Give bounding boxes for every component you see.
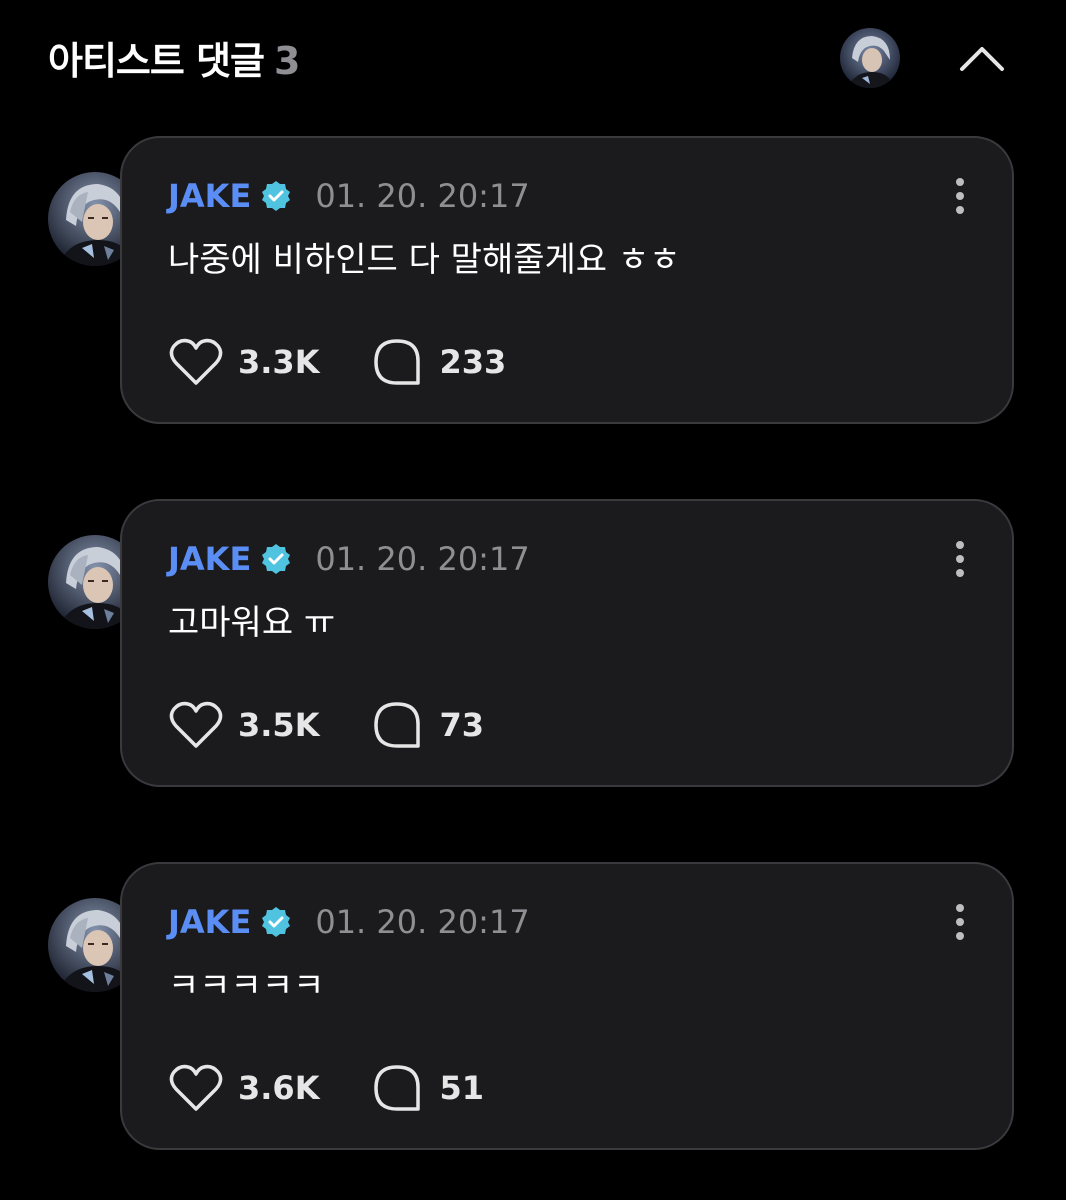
reply-count: 51: [439, 1069, 485, 1107]
comment-meta: JAKE 01. 20. 20:17: [168, 174, 530, 218]
more-options-button[interactable]: [940, 537, 980, 581]
comment-meta: JAKE 01. 20. 20:17: [168, 537, 530, 581]
reply-button[interactable]: 73: [369, 697, 484, 753]
artist-comment: JAKE 01. 20. 20:17 고마워요 ㅠ 3.5K 73: [0, 499, 1066, 791]
heart-icon: [168, 1060, 224, 1116]
reply-count: 233: [439, 343, 507, 381]
author-name[interactable]: JAKE: [168, 903, 251, 941]
artist-comment: JAKE 01. 20. 20:17 나중에 비하인드 다 말해줄게요 ㅎㅎ 3…: [0, 136, 1066, 428]
artist-avatar-image: [840, 28, 900, 88]
verified-badge-icon: [259, 905, 293, 939]
section-title: 아티스트 댓글 3: [48, 30, 300, 85]
heart-icon: [168, 697, 224, 753]
more-vertical-icon: [956, 541, 964, 577]
comment-text: ㅋㅋㅋㅋㅋ: [168, 966, 325, 1006]
comment-count: 3: [274, 39, 300, 83]
speech-bubble-icon: [369, 334, 425, 390]
artist-avatar[interactable]: [840, 28, 900, 88]
comment-timestamp: 01. 20. 20:17: [315, 177, 530, 215]
comment-text: 나중에 비하인드 다 말해줄게요 ㅎㅎ: [168, 240, 681, 280]
comment-actions: 3.3K 233: [168, 334, 506, 390]
comment-card: JAKE 01. 20. 20:17 나중에 비하인드 다 말해줄게요 ㅎㅎ 3…: [120, 136, 1014, 424]
comment-actions: 3.5K 73: [168, 697, 484, 753]
author-name[interactable]: JAKE: [168, 540, 251, 578]
artist-comment: JAKE 01. 20. 20:17 ㅋㅋㅋㅋㅋ 3.6K 51: [0, 862, 1066, 1154]
section-title-label: 아티스트 댓글: [48, 39, 265, 83]
more-vertical-icon: [956, 178, 964, 214]
comment-actions: 3.6K 51: [168, 1060, 484, 1116]
like-count: 3.6K: [238, 1069, 320, 1107]
collapse-button[interactable]: [952, 30, 1012, 86]
like-button[interactable]: 3.5K: [168, 697, 319, 753]
artist-comments-header: 아티스트 댓글 3: [0, 0, 1066, 120]
speech-bubble-icon: [369, 1060, 425, 1116]
more-options-button[interactable]: [940, 900, 980, 944]
comment-card: JAKE 01. 20. 20:17 ㅋㅋㅋㅋㅋ 3.6K 51: [120, 862, 1014, 1150]
verified-badge-icon: [259, 179, 293, 213]
like-count: 3.5K: [238, 706, 320, 744]
comment-meta: JAKE 01. 20. 20:17: [168, 900, 530, 944]
comment-text: 고마워요 ㅠ: [168, 603, 336, 643]
like-button[interactable]: 3.6K: [168, 1060, 319, 1116]
chevron-up-icon: [960, 47, 1004, 71]
author-name[interactable]: JAKE: [168, 177, 251, 215]
like-count: 3.3K: [238, 343, 320, 381]
reply-count: 73: [439, 706, 485, 744]
comment-card: JAKE 01. 20. 20:17 고마워요 ㅠ 3.5K 73: [120, 499, 1014, 787]
reply-button[interactable]: 51: [369, 1060, 484, 1116]
comment-timestamp: 01. 20. 20:17: [315, 903, 530, 941]
more-vertical-icon: [956, 904, 964, 940]
like-button[interactable]: 3.3K: [168, 334, 319, 390]
comment-timestamp: 01. 20. 20:17: [315, 540, 530, 578]
heart-icon: [168, 334, 224, 390]
verified-badge-icon: [259, 542, 293, 576]
reply-button[interactable]: 233: [369, 334, 506, 390]
speech-bubble-icon: [369, 697, 425, 753]
more-options-button[interactable]: [940, 174, 980, 218]
